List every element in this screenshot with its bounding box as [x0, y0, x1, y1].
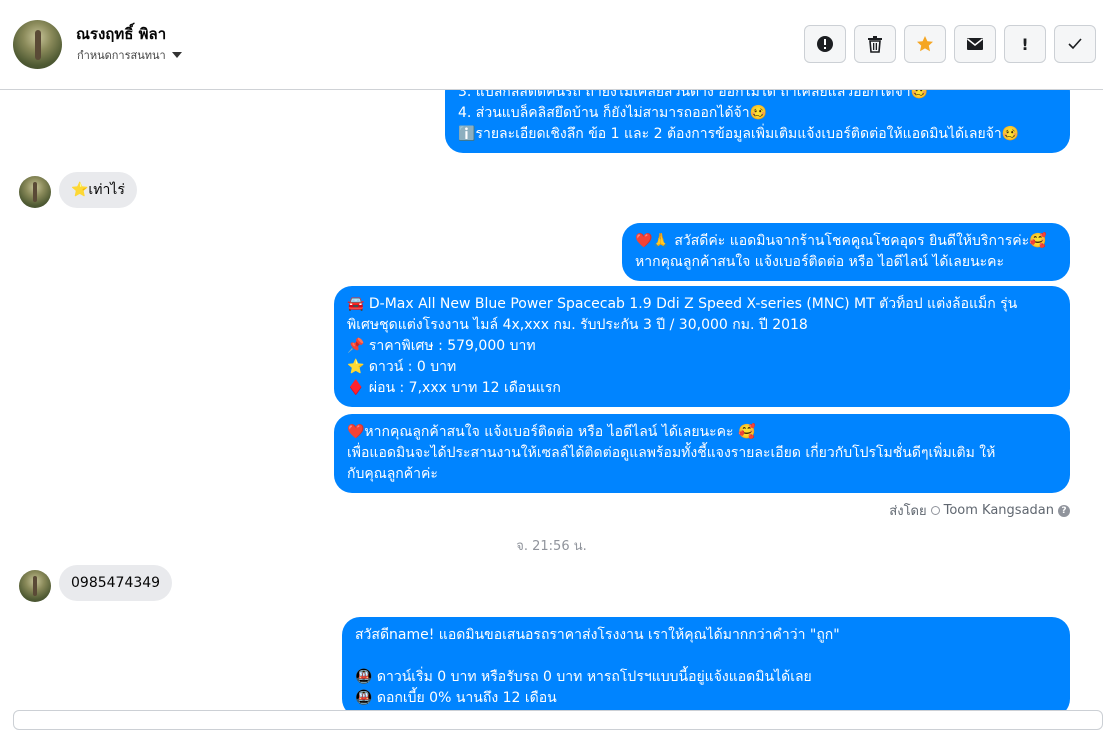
- assign-label: กำหนดการสนทนา: [77, 49, 166, 62]
- sender-avatar: [19, 570, 51, 602]
- message-line: 3. แบ่ลกลสติ๊ดคันรถ ถ้ายังไม่เคลียส่วนต่…: [458, 90, 929, 100]
- follow-up-button[interactable]: !: [1004, 25, 1046, 63]
- envelope-icon: [967, 38, 983, 50]
- incoming-message: ⭐เท่าไร่: [59, 172, 137, 208]
- header-toolbar: !: [804, 25, 1096, 63]
- conversation-header: ณรงฤทธิ์ พิลา กำหนดการสนทนา !: [0, 0, 1103, 90]
- caret-down-icon: [171, 52, 182, 58]
- message-line: 🚇 ดาวน์เริ่ม 0 บาท หรือรับรถ 0 บาท หารถโ…: [355, 669, 812, 685]
- outgoing-message: ❤️🙏 สวัสดีค่ะ แอดมินจากร้านโชคคูณโชคอุดร…: [622, 223, 1070, 281]
- star-icon: [917, 36, 933, 52]
- message-line: ℹ️รายละเอียดเชิงลึก ข้อ 1 และ 2 ต้องการข…: [458, 126, 1020, 142]
- checkmark-icon: [1068, 38, 1082, 50]
- star-button[interactable]: [904, 25, 946, 63]
- message-line: กับคุณลูกค้าค่ะ: [347, 466, 438, 482]
- message-line: 🚘 D-Max All New Blue Power Spacecab 1.9 …: [347, 296, 1018, 312]
- trash-icon: [868, 36, 882, 53]
- sent-by-info: ส่งโดย Toom Kangsadan ?: [889, 500, 1070, 521]
- message-thread[interactable]: 3. แบ่ลกลสติ๊ดคันรถ ถ้ายังไม่เคลียส่วนต่…: [0, 90, 1103, 710]
- outgoing-message: สวัสดีname! แอดมินขอเสนอรถราคาส่งโรงงาน …: [342, 617, 1070, 710]
- message-line: สวัสดีname! แอดมินขอเสนอรถราคาส่งโรงงาน …: [355, 627, 840, 643]
- help-icon[interactable]: ?: [1058, 504, 1070, 517]
- outgoing-message: 🚘 D-Max All New Blue Power Spacecab 1.9 …: [334, 286, 1070, 407]
- mark-done-button[interactable]: [1054, 25, 1096, 63]
- message-line: เพื่อแอดมินจะได้ประสานงานให้เซลล์ได้ติดต…: [347, 445, 996, 461]
- message-line: ❤️🙏 สวัสดีค่ะ แอดมินจากร้านโชคคูณโชคอุดร…: [635, 233, 1047, 249]
- sent-by-label: ส่งโดย: [889, 504, 927, 519]
- message-text: 0985474349: [71, 575, 161, 591]
- assign-dropdown[interactable]: กำหนดการสนทนา: [77, 46, 182, 64]
- mark-unread-button[interactable]: [954, 25, 996, 63]
- message-line: หากคุณลูกค้าสนใจ แจ้งเบอร์ติดต่อ หรือ ไอ…: [635, 254, 1005, 270]
- incoming-message: 0985474349: [59, 565, 173, 601]
- alert-circle-button[interactable]: [804, 25, 846, 63]
- delete-button[interactable]: [854, 25, 896, 63]
- message-line: 4. ส่วนแบล็คลิสยึดบ้าน ก็ยังไม่สามารถออก…: [458, 105, 768, 121]
- message-line: 📌 ราคาพิเศษ : 579,000 บาท: [347, 338, 536, 354]
- alert-circle-icon: [817, 36, 833, 52]
- contact-avatar[interactable]: [13, 20, 62, 69]
- message-text: ⭐เท่าไร่: [71, 182, 125, 198]
- message-line: 🚇 ดอกเบี้ย 0% นานถึง 12 เดือน: [355, 690, 557, 706]
- exclamation-icon: !: [1021, 34, 1029, 54]
- seen-status-icon: [930, 506, 940, 515]
- contact-name[interactable]: ณรงฤทธิ์ พิลา: [76, 22, 166, 46]
- message-composer[interactable]: [13, 710, 1103, 730]
- message-line: ♦️ ผ่อน : 7,xxx บาท 12 เดือนแรก: [347, 380, 561, 396]
- message-line: ⭐ ดาวน์ : 0 บาท: [347, 359, 457, 375]
- outgoing-message: 3. แบ่ลกลสติ๊ดคันรถ ถ้ายังไม่เคลียส่วนต่…: [445, 90, 1070, 153]
- message-line: ❤️หากคุณลูกค้าสนใจ แจ้งเบอร์ติดต่อ หรือ …: [347, 424, 756, 440]
- message-timestamp: จ. 21:56 น.: [516, 539, 587, 554]
- message-line: พิเศษชุดแต่งโรงงาน ไมล์ 4x,xxx กม. รับปร…: [347, 317, 808, 333]
- outgoing-message: ❤️หากคุณลูกค้าสนใจ แจ้งเบอร์ติดต่อ หรือ …: [334, 414, 1070, 493]
- sent-by-name: Toom Kangsadan: [943, 503, 1054, 518]
- sender-avatar: [19, 176, 51, 208]
